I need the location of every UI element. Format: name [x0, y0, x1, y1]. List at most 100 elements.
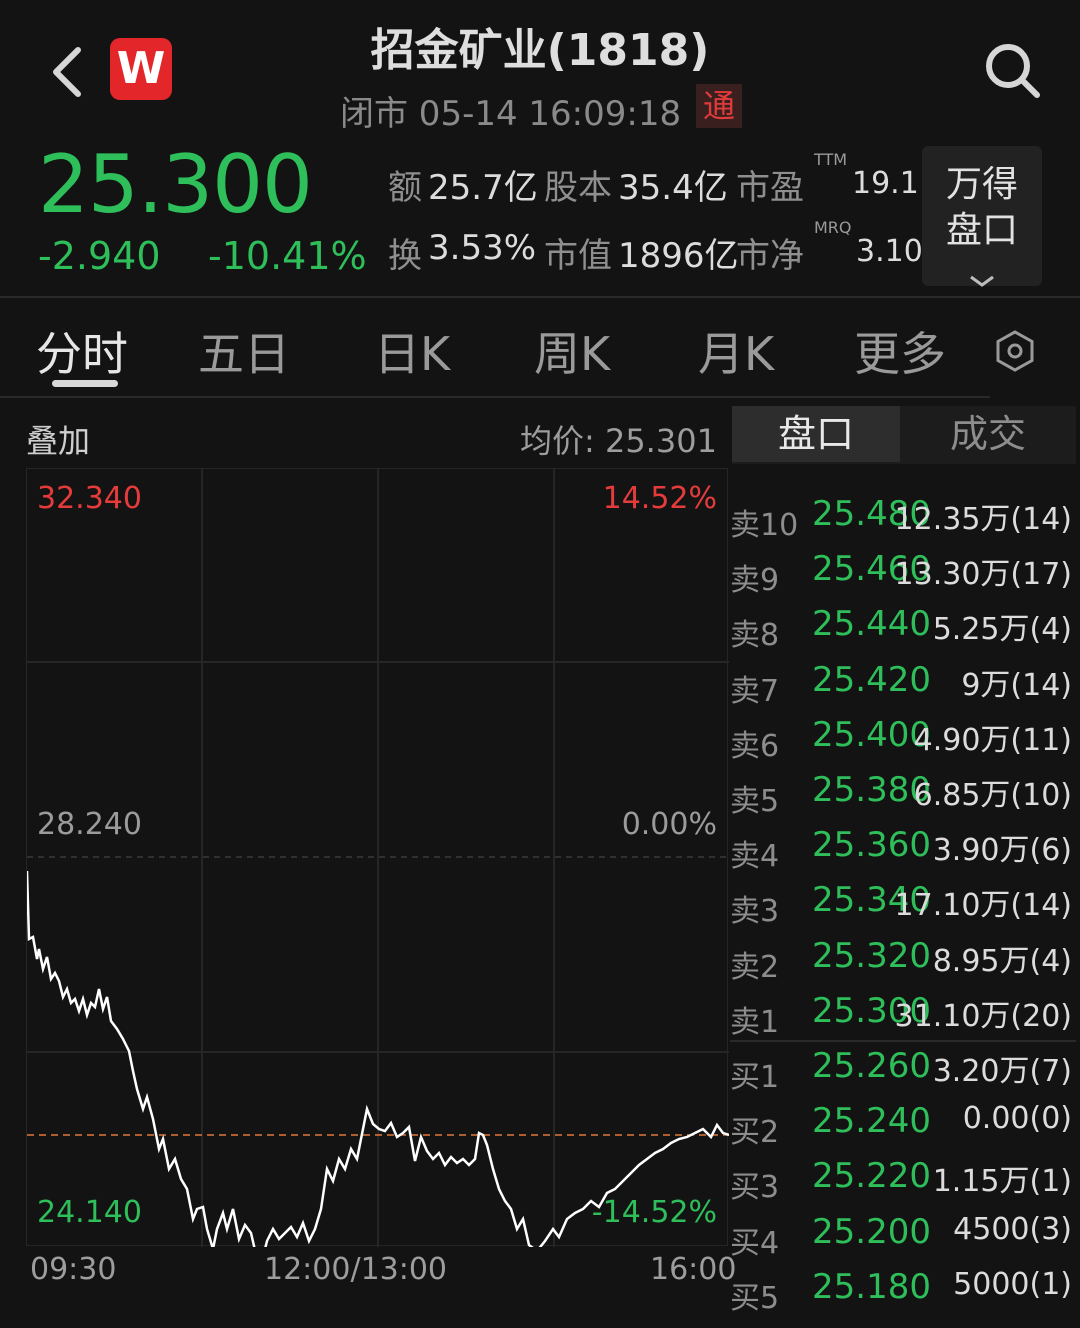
orderbook-volume: 6.85万(10) [913, 778, 1072, 813]
connect-badge: 通 [696, 84, 742, 128]
orderbook-sell-row[interactable]: 卖3 25.340 17.10万(14) [730, 880, 1078, 941]
orderbook-price: 25.220 [812, 1156, 931, 1197]
capital-value: 35.4亿 [618, 168, 728, 208]
last-price: 25.300 [38, 138, 313, 231]
mcap-value: 1896亿 [618, 236, 739, 276]
orderbook-volume: 12.35万(14) [894, 502, 1072, 537]
avg-price: 均价: 25.301 [520, 422, 717, 460]
orderbook-volume: 9万(14) [961, 667, 1072, 703]
orderbook-volume: 5000(1) [953, 1266, 1072, 1302]
pb-sup: MRQ [814, 218, 852, 237]
time-start: 09:30 [30, 1252, 117, 1287]
orderbook-level: 买3 [730, 1170, 780, 1206]
intraday-chart: 32.340 14.52% 28.240 0.00% 24.140 -14.52… [26, 468, 729, 1247]
orderbook-sell-row[interactable]: 卖5 25.380 6.85万(10) [730, 770, 1078, 831]
tab-orderbook[interactable]: 盘口 [732, 406, 900, 462]
divider [730, 1040, 1076, 1042]
axis-mid-price: 28.240 [37, 807, 142, 842]
tab-weekly-k[interactable]: 周K [534, 318, 610, 384]
chart-grid [27, 469, 729, 1247]
axis-bottom-percent: -14.52% [591, 1195, 717, 1230]
turnover-value: 3.53% [428, 228, 537, 268]
orderbook-volume: 5.25万(4) [932, 612, 1072, 648]
time-end: 16:00 [650, 1252, 737, 1287]
orderbook-volume: 13.30万(17) [894, 557, 1072, 593]
orderbook-price: 25.180 [812, 1266, 931, 1307]
orderbook-volume: 17.10万(14) [894, 888, 1072, 924]
tab-trades[interactable]: 成交 [900, 406, 1076, 462]
orderbook-level: 买5 [730, 1280, 780, 1316]
orderbook-level: 卖4 [730, 839, 780, 875]
orderbook-sell-row[interactable]: 卖10 25.480 12.35万(14) [730, 494, 1078, 555]
orderbook-sell-row[interactable]: 卖4 25.360 3.90万(6) [730, 825, 1078, 886]
orderbook-volume: 1.15万(1) [932, 1164, 1072, 1200]
orderbook-volume: 0.00(0) [962, 1101, 1072, 1137]
divider [0, 396, 990, 398]
orderbook-sell-row[interactable]: 卖8 25.440 5.25万(4) [730, 604, 1078, 665]
orderbook-price: 25.360 [812, 825, 931, 866]
orderbook-volume: 3.20万(7) [932, 1054, 1072, 1089]
orderbook-price: 25.420 [812, 659, 931, 700]
tab-underline [52, 380, 118, 387]
orderbook-level: 卖8 [730, 618, 780, 654]
time-mid: 12:00/13:00 [264, 1252, 448, 1287]
tab-more[interactable]: 更多 [854, 318, 946, 384]
wind-panel-line2: 盘口 [945, 210, 1018, 251]
orderbook-volume: 31.10万(20) [894, 998, 1072, 1034]
orderbook-volume: 4500(3) [953, 1211, 1072, 1247]
orderbook-level: 买4 [730, 1225, 780, 1261]
turnover-label: 换 [388, 236, 422, 276]
tab-monthly-k[interactable]: 月K [698, 318, 774, 384]
orderbook-volume: 4.90万(11) [913, 722, 1072, 758]
orderbook-buy-row[interactable]: 买5 25.180 5000(1) [730, 1267, 1078, 1328]
orderbook-buy-row[interactable]: 买2 25.240 0.00(0) [730, 1101, 1078, 1162]
orderbook-level: 卖2 [730, 949, 780, 985]
axis-top-percent: 14.52% [602, 481, 717, 516]
market-status: 闭市 05-14 16:09:18 [340, 94, 682, 134]
orderbook-price: 25.440 [812, 604, 931, 645]
tab-intraday[interactable]: 分时 [36, 318, 128, 384]
orderbook-sell-row[interactable]: 卖6 25.400 4.90万(11) [730, 715, 1078, 776]
stock-title: 招金矿业(1818) [370, 25, 710, 76]
orderbook-level: 买1 [730, 1060, 780, 1095]
pe-value: 19.1 [852, 166, 919, 201]
orderbook-sell-row[interactable]: 卖9 25.460 13.30万(17) [730, 549, 1078, 610]
search-icon [986, 44, 1040, 98]
price-change-percent: -10.41% [208, 234, 367, 278]
orderbook-buy-row[interactable]: 买4 25.200 4500(3) [730, 1212, 1078, 1273]
price-change: -2.940 [38, 234, 161, 278]
wind-panel-line1: 万得 [945, 164, 1018, 205]
orderbook-price: 25.320 [812, 935, 931, 976]
orderbook-level: 卖6 [730, 728, 780, 764]
orderbook-sell-row[interactable]: 卖1 25.300 31.10万(20) [730, 991, 1078, 1052]
search-button[interactable] [982, 40, 1042, 100]
divider [0, 296, 1080, 298]
orderbook-level: 卖3 [730, 894, 780, 930]
orderbook-level: 卖1 [730, 1004, 780, 1040]
capital-label: 股本 [544, 168, 612, 208]
orderbook-price: 25.240 [812, 1101, 931, 1142]
amount-label: 额 [388, 168, 422, 208]
settings-icon [996, 330, 1034, 372]
amount-value: 25.7亿 [428, 168, 538, 208]
orderbook-volume: 3.90万(6) [932, 833, 1072, 869]
pb-value: 3.10 [856, 234, 923, 269]
tab-five-day[interactable]: 五日 [198, 318, 290, 384]
orderbook-level: 卖5 [730, 784, 780, 819]
orderbook-sell-row[interactable]: 卖2 25.320 8.95万(4) [730, 936, 1078, 997]
pe-label: 市盈 [736, 168, 804, 208]
orderbook-sell-row[interactable]: 卖7 25.420 9万(14) [730, 660, 1078, 721]
orderbook-price: 25.200 [812, 1211, 931, 1252]
pb-label: 市净 [736, 236, 804, 276]
pe-sup: TTM [814, 150, 848, 169]
tab-daily-k[interactable]: 日K [374, 318, 450, 384]
axis-mid-percent: 0.00% [621, 807, 717, 842]
orderbook-buy-row[interactable]: 买3 25.220 1.15万(1) [730, 1156, 1078, 1217]
orderbook-level: 卖7 [730, 673, 780, 709]
settings-button[interactable] [994, 330, 1036, 372]
wind-panel-button[interactable]: 万得 盘口 [922, 146, 1042, 287]
overlay-button[interactable]: 叠加 [26, 416, 90, 462]
mcap-label: 市值 [544, 236, 612, 276]
orderbook-level: 卖10 [730, 508, 799, 543]
orderbook-buy-row[interactable]: 买1 25.260 3.20万(7) [730, 1046, 1078, 1107]
